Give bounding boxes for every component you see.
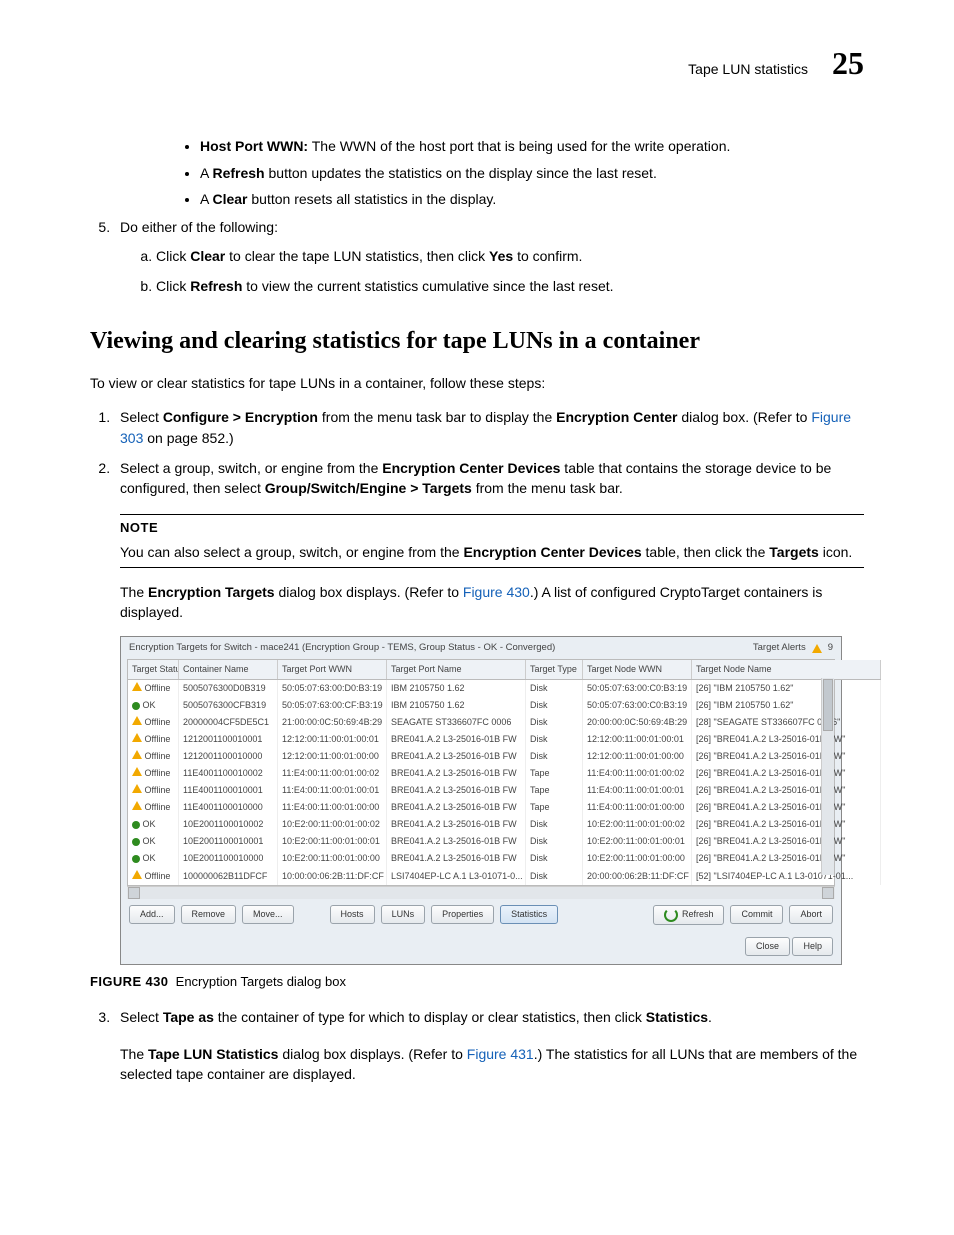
status-warning-icon: [132, 682, 142, 691]
table-row[interactable]: Offline121200110001000112:12:00:11:00:01…: [128, 731, 881, 748]
help-button[interactable]: Help: [792, 937, 833, 956]
step-1: Select Configure > Encryption from the m…: [114, 407, 864, 448]
status-ok-icon: [132, 855, 140, 863]
table-row[interactable]: Offline100000062B11DFCF10:00:00:06:2B:11…: [128, 868, 881, 885]
status-ok-icon: [132, 821, 140, 829]
close-button[interactable]: Close: [745, 937, 790, 956]
dialog-button-row: Add... Remove Move... Hosts LUNs Propert…: [121, 899, 841, 931]
refresh-icon: [664, 908, 678, 922]
figure-caption: FIGURE 430 Encryption Targets dialog box: [90, 973, 864, 992]
section-heading: Viewing and clearing statistics for tape…: [90, 324, 864, 359]
col-target-node-wwn[interactable]: Target Node WWN: [583, 660, 692, 680]
status-warning-icon: [132, 767, 142, 776]
procedure-steps: Select Configure > Encryption from the m…: [90, 407, 864, 498]
status-warning-icon: [132, 870, 142, 879]
table-row[interactable]: Offline11E400110001000011:E4:00:11:00:01…: [128, 799, 881, 816]
substeps: Click Clear to clear the tape LUN statis…: [120, 246, 864, 297]
col-target-port-wwn[interactable]: Target Port WWN: [278, 660, 387, 680]
table-row[interactable]: Offline20000004CF5DE5C121:00:00:0C:50:69…: [128, 714, 881, 731]
note-rule-top: [120, 514, 864, 515]
table-row[interactable]: Offline11E400110001000211:E4:00:11:00:01…: [128, 765, 881, 782]
luns-button[interactable]: LUNs: [381, 905, 426, 924]
step-5: Do either of the following: Click Clear …: [114, 217, 864, 296]
table-row[interactable]: OK10E200110001000210:E2:00:11:00:01:00:0…: [128, 816, 881, 833]
statistics-button[interactable]: Statistics: [500, 905, 558, 924]
move-button[interactable]: Move...: [242, 905, 294, 924]
figure-link-431[interactable]: Figure 431: [467, 1046, 534, 1062]
targets-table: Target Status Container Name Target Port…: [128, 660, 881, 885]
status-warning-icon: [132, 733, 142, 742]
step-3: Select Tape as the container of type for…: [114, 1007, 864, 1027]
target-alerts-badge[interactable]: Target Alerts 9: [753, 641, 833, 655]
bullet-item: A Clear button resets all statistics in …: [200, 189, 864, 209]
hosts-button[interactable]: Hosts: [330, 905, 375, 924]
page-header: Tape LUN statistics 25: [90, 40, 864, 86]
status-ok-icon: [132, 838, 140, 846]
bullet-bold: Host Port WWN:: [200, 138, 308, 154]
targets-table-wrap: Target Status Container Name Target Port…: [127, 659, 835, 886]
table-row[interactable]: OK10E200110001000010:E2:00:11:00:01:00:0…: [128, 850, 881, 867]
table-row[interactable]: OK5005076300CFB31950:05:07:63:00:CF:B3:1…: [128, 697, 881, 714]
status-warning-icon: [132, 801, 142, 810]
table-row[interactable]: Offline11E400110001000111:E4:00:11:00:01…: [128, 782, 881, 799]
warning-icon: [812, 644, 822, 653]
table-row[interactable]: Offline5005076300D0B31950:05:07:63:00:D0…: [128, 680, 881, 698]
bullet-item: Host Port WWN: The WWN of the host port …: [200, 136, 864, 156]
horizontal-scrollbar[interactable]: [127, 886, 835, 899]
scroll-right-icon[interactable]: [822, 887, 834, 899]
substep-a: Click Clear to clear the tape LUN statis…: [156, 246, 864, 266]
note-rule-bottom: [120, 567, 864, 568]
status-warning-icon: [132, 716, 142, 725]
col-target-status[interactable]: Target Status: [128, 660, 179, 680]
col-target-port-name[interactable]: Target Port Name: [387, 660, 526, 680]
refresh-button[interactable]: Refresh: [653, 905, 725, 925]
dialog-title: Encryption Targets for Switch - mace241 …: [129, 641, 555, 655]
scroll-left-icon[interactable]: [128, 887, 140, 899]
dialog-titlebar: Encryption Targets for Switch - mace241 …: [121, 637, 841, 659]
table-header-row: Target Status Container Name Target Port…: [128, 660, 881, 680]
dialog-footer: Close Help: [121, 931, 841, 964]
chapter-number: 25: [832, 40, 864, 86]
col-target-node-name[interactable]: Target Node Name: [692, 660, 881, 680]
note-block: NOTE You can also select a group, switch…: [120, 514, 864, 567]
header-title: Tape LUN statistics: [688, 59, 808, 79]
procedure-steps-cont: Select Tape as the container of type for…: [90, 1007, 864, 1027]
after-step3-text: The Tape LUN Statistics dialog box displ…: [120, 1044, 864, 1085]
col-target-type[interactable]: Target Type: [526, 660, 583, 680]
commit-button[interactable]: Commit: [730, 905, 783, 924]
properties-button[interactable]: Properties: [431, 905, 494, 924]
status-ok-icon: [132, 702, 140, 710]
status-warning-icon: [132, 750, 142, 759]
table-row[interactable]: OK10E200110001000110:E2:00:11:00:01:00:0…: [128, 833, 881, 850]
step-list-5: Do either of the following: Click Clear …: [90, 217, 864, 296]
section-intro: To view or clear statistics for tape LUN…: [90, 373, 864, 393]
status-warning-icon: [132, 784, 142, 793]
table-row[interactable]: Offline121200110001000012:12:00:11:00:01…: [128, 748, 881, 765]
note-title: NOTE: [120, 519, 864, 538]
encryption-targets-dialog: Encryption Targets for Switch - mace241 …: [120, 636, 842, 964]
figure-link-430[interactable]: Figure 430: [463, 584, 530, 600]
step-2: Select a group, switch, or engine from t…: [114, 458, 864, 499]
remove-button[interactable]: Remove: [181, 905, 237, 924]
bullet-item: A Refresh button updates the statistics …: [200, 163, 864, 183]
substep-b: Click Refresh to view the current statis…: [156, 276, 864, 296]
col-container-name[interactable]: Container Name: [179, 660, 278, 680]
vertical-scrollbar[interactable]: [821, 678, 834, 875]
abort-button[interactable]: Abort: [789, 905, 833, 924]
add-button[interactable]: Add...: [129, 905, 175, 924]
note-body: You can also select a group, switch, or …: [120, 542, 864, 562]
after-note-text: The Encryption Targets dialog box displa…: [120, 582, 864, 623]
bullet-list: Host Port WWN: The WWN of the host port …: [150, 136, 864, 209]
